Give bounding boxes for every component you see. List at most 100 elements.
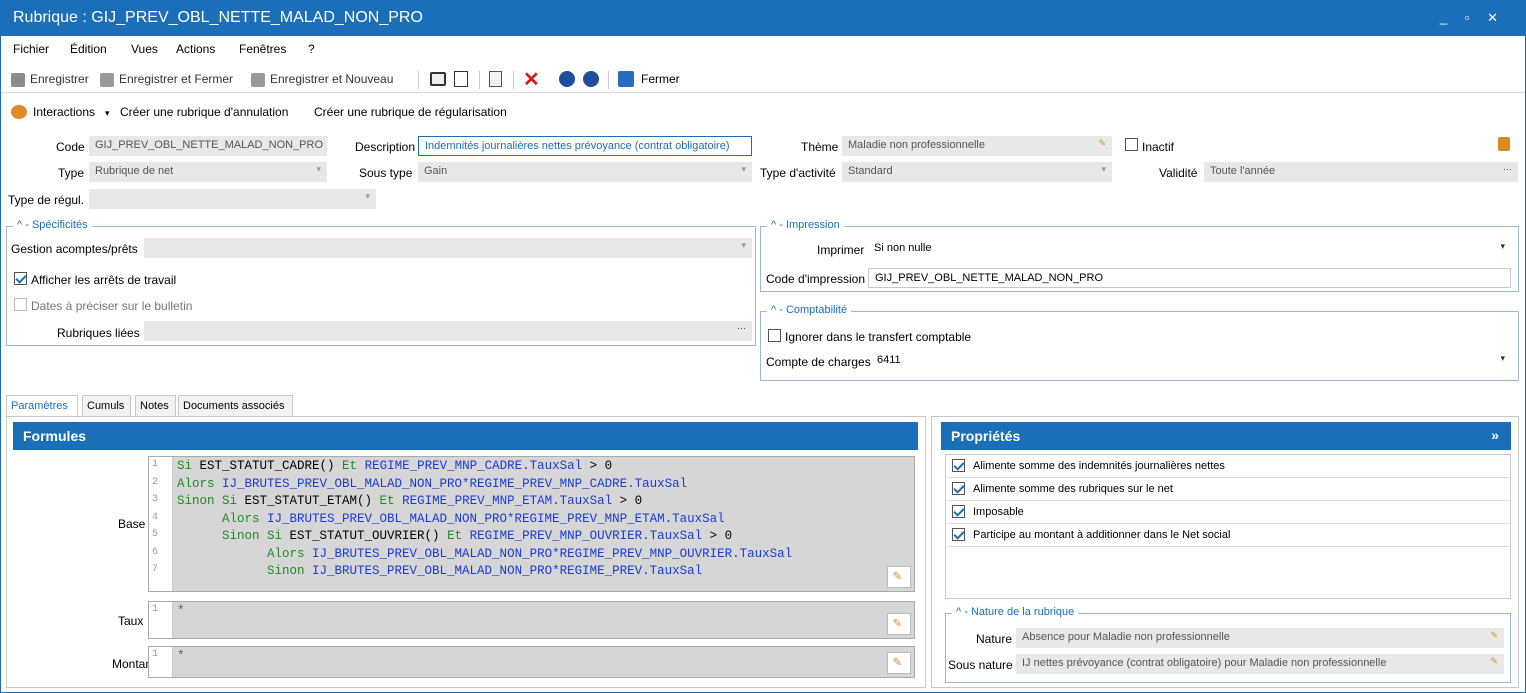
ignorer-checkbox[interactable] bbox=[768, 329, 781, 342]
list-item[interactable]: Alimente somme des indemnités journalièr… bbox=[947, 455, 1510, 478]
afficher-checkbox[interactable] bbox=[14, 272, 27, 285]
create-regul-link[interactable]: Créer une rubrique de régularisation bbox=[314, 105, 507, 119]
code-token: REGIME_PREV_MNP_OUVRIER.TauxSal bbox=[469, 529, 703, 543]
code-label: Code bbox=[56, 140, 85, 154]
menu-edition[interactable]: Édition bbox=[70, 42, 107, 56]
menu-fenetres[interactable]: Fenêtres bbox=[239, 42, 286, 56]
rubriques-field[interactable]: ··· bbox=[144, 321, 752, 341]
tab-documents[interactable]: Documents associés bbox=[178, 395, 293, 417]
interactions-icon bbox=[11, 105, 27, 119]
subtype-field[interactable]: Gain ▾ bbox=[418, 162, 752, 182]
tab-cumuls[interactable]: Cumuls bbox=[82, 395, 131, 417]
imprimer-value: Si non nulle bbox=[874, 242, 932, 254]
previous-icon[interactable] bbox=[559, 71, 575, 87]
imprimer-select[interactable]: Si non nulle ▾ bbox=[868, 239, 1511, 259]
save-button[interactable]: Enregistrer bbox=[30, 72, 89, 86]
impression-title: ^ - Impression bbox=[767, 219, 844, 231]
comptabilite-group: ^ - Comptabilité Ignorer dans le transfe… bbox=[760, 304, 1519, 381]
save-close-icon bbox=[100, 73, 114, 87]
line-number: 4 bbox=[152, 511, 159, 523]
expand-icon[interactable]: » bbox=[1491, 427, 1499, 443]
window: Rubrique : GIJ_PREV_OBL_NETTE_MALAD_NON_… bbox=[0, 0, 1526, 693]
edit-icon[interactable]: ✎ bbox=[887, 566, 911, 588]
edit-icon[interactable]: ✎ bbox=[1490, 656, 1498, 667]
property-checkbox[interactable] bbox=[952, 505, 965, 518]
sous-nature-field[interactable]: IJ nettes prévoyance (contrat obligatoir… bbox=[1016, 654, 1504, 674]
validity-field[interactable]: Toute l'année ··· bbox=[1204, 162, 1518, 182]
save-close-button[interactable]: Enregistrer et Fermer bbox=[119, 72, 233, 86]
line-gutter: 1 bbox=[149, 602, 173, 638]
property-checkbox[interactable] bbox=[952, 482, 965, 495]
chevron-down-icon: ▾ bbox=[741, 164, 746, 174]
impression-group: ^ - Impression Imprimer Si non nulle ▾ Co… bbox=[760, 219, 1519, 292]
code-token: > 0 bbox=[582, 459, 613, 473]
edit-icon[interactable]: ✎ bbox=[887, 652, 911, 674]
type-field[interactable]: Rubrique de net ▾ bbox=[89, 162, 327, 182]
base-code: Si EST_STATUT_CADRE() Et REGIME_PREV_MNP… bbox=[177, 459, 792, 582]
delete-icon[interactable]: ✕ bbox=[523, 67, 540, 92]
list-item[interactable]: Participe au montant à additionner dans … bbox=[947, 524, 1510, 547]
code-line: Alors IJ_BRUTES_PREV_OBL_MALAD_NON_PRO*R… bbox=[177, 547, 792, 565]
inactive-checkbox[interactable] bbox=[1125, 138, 1138, 151]
regul-field[interactable]: ▾ bbox=[89, 189, 376, 209]
compte-select[interactable]: 6411 ▾ bbox=[871, 351, 1511, 371]
list-item[interactable]: Alimente somme des rubriques sur le net bbox=[947, 478, 1510, 501]
copy-icon[interactable] bbox=[489, 71, 502, 87]
subtype-label: Sous type bbox=[359, 166, 413, 180]
list-item[interactable]: Imposable bbox=[947, 501, 1510, 524]
code-field[interactable]: GIJ_PREV_OBL_NETTE_MALAD_NON_PRO bbox=[89, 136, 327, 156]
nature-group: ^ - Nature de la rubrique Nature Absence… bbox=[945, 606, 1511, 683]
code-token: Alors bbox=[177, 476, 223, 491]
code-line: Sinon Si EST_STATUT_OUVRIER() Et REGIME_… bbox=[177, 529, 792, 547]
code-token: Alors bbox=[177, 511, 268, 526]
edit-icon[interactable]: ✎ bbox=[887, 613, 911, 635]
edit-icon[interactable]: ✎ bbox=[1490, 630, 1498, 641]
gestion-label: Gestion acomptes/prêts bbox=[11, 242, 138, 256]
toolbar-separator bbox=[418, 71, 419, 89]
compte-label: Compte de charges bbox=[766, 355, 871, 369]
print-preview-icon[interactable] bbox=[454, 71, 468, 87]
sous-nature-value: IJ nettes prévoyance (contrat obligatoir… bbox=[1022, 657, 1387, 669]
gestion-field[interactable]: ▾ bbox=[144, 238, 752, 258]
tab-parametres[interactable]: Paramètres bbox=[6, 395, 78, 418]
line-number: 1 bbox=[152, 649, 159, 660]
interactions-dropdown[interactable]: Interactions bbox=[33, 105, 95, 119]
nature-field[interactable]: Absence pour Maladie non professionnelle… bbox=[1016, 628, 1504, 648]
code-token: Si bbox=[177, 459, 200, 473]
activity-field[interactable]: Standard ▾ bbox=[842, 162, 1112, 182]
code-impression-field[interactable]: GIJ_PREV_OBL_NETTE_MALAD_NON_PRO bbox=[868, 268, 1511, 288]
print-icon[interactable] bbox=[430, 72, 446, 86]
menu-actions[interactable]: Actions bbox=[176, 42, 215, 56]
edit-icon[interactable]: ✎ bbox=[1098, 138, 1106, 149]
code-line: * bbox=[177, 649, 185, 663]
more-icon[interactable]: ··· bbox=[1503, 164, 1512, 174]
window-controls[interactable]: _ ▫ ✕ bbox=[1440, 10, 1505, 26]
close-button[interactable]: Fermer bbox=[641, 72, 680, 86]
montant-editor[interactable]: 1 * ✎ bbox=[148, 646, 915, 678]
code-token: Et bbox=[439, 529, 470, 543]
description-field[interactable]: Indemnités journalières nettes prévoyanc… bbox=[418, 136, 752, 156]
save-new-button[interactable]: Enregistrer et Nouveau bbox=[270, 72, 393, 86]
taux-editor[interactable]: 1 * ✎ bbox=[148, 601, 915, 639]
code-line: Alors IJ_BRUTES_PREV_OBL_MALAD_NON_PRO*R… bbox=[177, 512, 792, 530]
property-checkbox[interactable] bbox=[952, 528, 965, 541]
chevron-down-icon: ▾ bbox=[1101, 164, 1106, 174]
code-token: IJ_BRUTES_PREV_OBL_MALAD_NON_PRO*REGIME_… bbox=[222, 476, 688, 491]
code-token: > 0 bbox=[612, 494, 643, 508]
code-line: Alors IJ_BRUTES_PREV_OBL_MALAD_NON_PRO*R… bbox=[177, 477, 792, 495]
dates-checkbox[interactable] bbox=[14, 298, 27, 311]
theme-field[interactable]: Maladie non professionnelle ✎ bbox=[842, 136, 1112, 156]
more-icon[interactable]: ··· bbox=[737, 323, 746, 333]
lock-icon[interactable] bbox=[1498, 137, 1510, 151]
next-icon[interactable] bbox=[583, 71, 599, 87]
menu-help[interactable]: ? bbox=[308, 42, 315, 56]
code-token: IJ_BRUTES_PREV_OBL_MALAD_NON_PRO*REGIME_… bbox=[267, 511, 725, 526]
property-checkbox[interactable] bbox=[952, 459, 965, 472]
menu-fichier[interactable]: Fichier bbox=[13, 42, 49, 56]
create-cancel-link[interactable]: Créer une rubrique d'annulation bbox=[120, 105, 288, 119]
line-number: 1 bbox=[152, 459, 159, 470]
base-editor[interactable]: 1 2 3 4 5 6 7 Si EST_STATUT_CADRE() Et REGIME_… bbox=[148, 456, 915, 592]
tab-notes[interactable]: Notes bbox=[135, 395, 176, 417]
menu-vues[interactable]: Vues bbox=[131, 42, 158, 56]
code-token: IJ_BRUTES_PREV_OBL_MALAD_NON_PRO*REGIME_… bbox=[312, 546, 793, 561]
